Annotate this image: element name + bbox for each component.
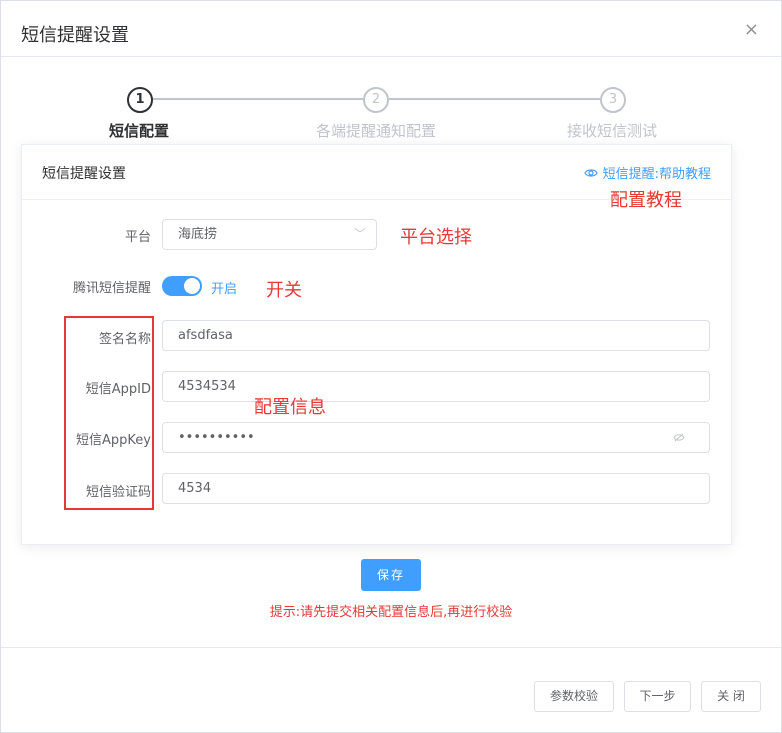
annotation-switch: 开关 (266, 280, 302, 301)
chevron-down-icon: ﹀ (353, 227, 366, 241)
step-1-circle: 1 (127, 87, 153, 113)
verify-code-input[interactable]: 4534 (162, 473, 710, 504)
step-2-circle: 2 (363, 87, 389, 113)
help-link-text: 短信提醒:帮助教程 (602, 167, 711, 182)
step-connector-1 (152, 98, 363, 100)
sign-name-input[interactable]: afsdfasa (162, 320, 710, 351)
sms-settings-dialog: 短信提醒设置 × 1 2 3 短信配置 各端提醒通知配置 接收短信测试 短信提醒… (0, 0, 782, 733)
dialog-title: 短信提醒设置 (21, 25, 129, 46)
card-title: 短信提醒设置 (42, 166, 126, 182)
step-2-label: 各端提醒通知配置 (315, 122, 436, 140)
verify-code-value: 4534 (178, 481, 212, 496)
footer-divider (1, 647, 781, 648)
appkey-input[interactable]: •••••••••• (162, 422, 710, 453)
sms-reminder-toggle[interactable] (162, 276, 202, 296)
param-check-button[interactable]: 参数校验 (534, 681, 614, 712)
appid-input[interactable]: 4534534 (162, 371, 710, 402)
close-icon[interactable]: × (744, 19, 759, 40)
next-step-button[interactable]: 下一步 (624, 681, 691, 712)
step-3-label: 接收短信测试 (566, 122, 657, 140)
appkey-value: •••••••••• (178, 430, 255, 445)
eye-off-icon[interactable] (673, 423, 685, 463)
annotation-help: 配置教程 (610, 190, 682, 211)
save-button[interactable]: 保存 (361, 559, 421, 591)
eye-icon (583, 168, 598, 177)
appid-value: 4534534 (178, 379, 236, 394)
tip-text: 提示:请先提交相关配置信息后,再进行校验 (269, 605, 513, 620)
step-1-label: 短信配置 (108, 122, 169, 140)
help-tutorial-link[interactable]: 短信提醒:帮助教程 (583, 163, 711, 182)
toggle-state-text: 开启 (211, 282, 238, 297)
platform-label: 平台 (124, 230, 151, 245)
step-3-circle: 3 (600, 87, 626, 113)
header-divider (1, 56, 781, 57)
annotation-platform: 平台选择 (400, 227, 472, 248)
toggle-knob (184, 278, 200, 294)
platform-select[interactable]: 海底捞 ﹀ (162, 219, 377, 250)
annotation-config: 配置信息 (254, 397, 326, 418)
annotation-highlight-box (64, 316, 154, 510)
switch-label: 腾讯短信提醒 (72, 281, 151, 296)
sign-name-value: afsdfasa (178, 328, 233, 343)
close-button[interactable]: 关 闭 (701, 681, 761, 712)
platform-value: 海底捞 (178, 227, 218, 242)
step-connector-2 (389, 98, 600, 100)
